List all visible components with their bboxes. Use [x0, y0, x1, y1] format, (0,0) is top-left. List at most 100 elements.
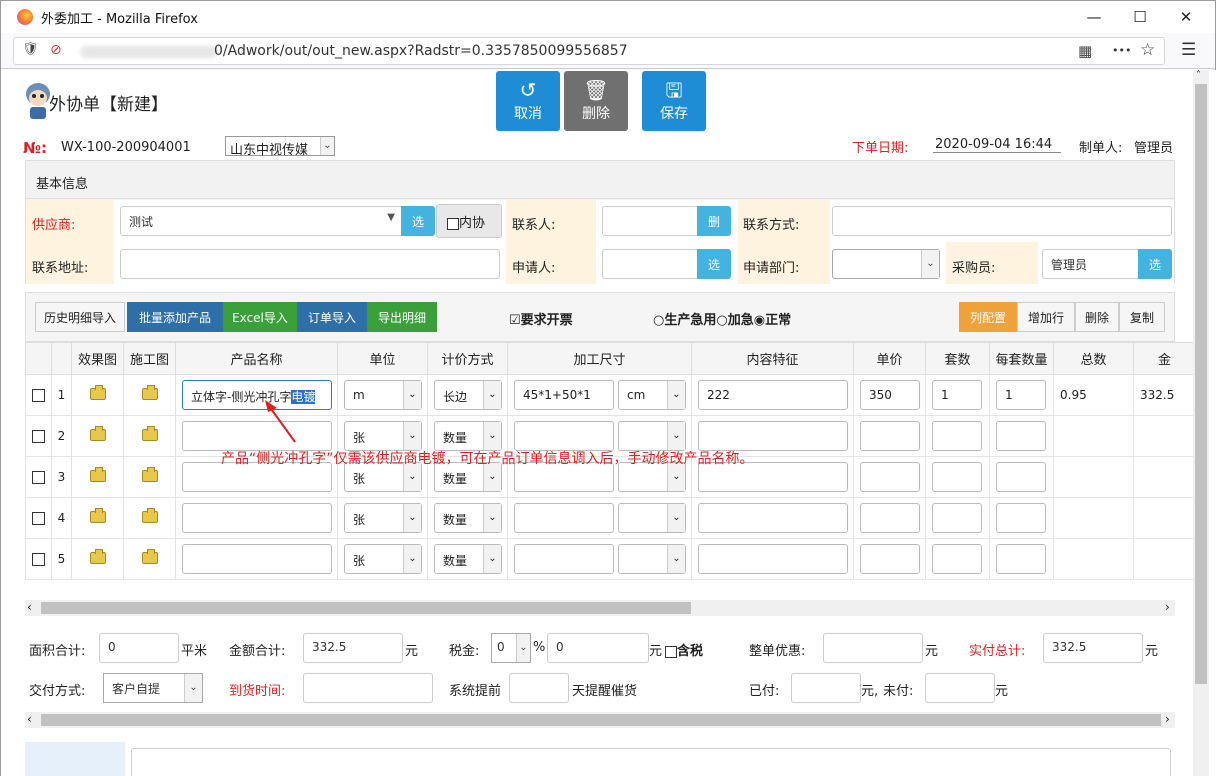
radio-unchecked-icon[interactable]: ○ — [716, 313, 727, 328]
scroll-up-icon[interactable]: ˄ — [1196, 70, 1201, 81]
urgency-radio-group[interactable]: ○生产急用○加急◉正常 — [653, 309, 791, 328]
applicant-input[interactable] — [602, 249, 698, 279]
unpaid-input[interactable] — [925, 673, 995, 703]
size-unit-select[interactable]: cm ⌄ — [618, 380, 686, 410]
content-textarea[interactable] — [698, 544, 848, 574]
order-date-value[interactable]: 2020-09-04 16:44 — [933, 137, 1061, 153]
tax-included-box[interactable] — [665, 645, 677, 658]
per-set-input[interactable] — [996, 462, 1046, 492]
maximize-button[interactable]: ☐ — [1117, 1, 1163, 33]
url-bar[interactable]: 🛡 ⊘ 0/Adwork/out/out_new.aspx?Radstr=0.3… — [13, 37, 1165, 65]
company-select[interactable]: 山东中视传媒 ⌄ — [225, 136, 335, 158]
invoice-checkbox[interactable]: ☑ — [509, 313, 521, 328]
applicant-choose-button[interactable]: 选 — [697, 249, 731, 279]
tax-rate-select[interactable]: 0 ⌄ — [491, 633, 531, 663]
unit-price-input[interactable]: 350 — [860, 380, 920, 410]
construction-image-upload-icon[interactable] — [141, 548, 158, 564]
scroll-left-icon[interactable]: ‹ — [27, 712, 32, 726]
price-mode-select[interactable]: 数量 ⌄ — [434, 503, 502, 533]
price-mode-select[interactable]: 数量 ⌄ — [434, 421, 502, 451]
scroll-right-icon[interactable]: › — [1165, 600, 1170, 614]
radio-checked-icon[interactable]: ◉ — [754, 313, 765, 328]
paid-input[interactable] — [791, 673, 861, 703]
product-name-input[interactable] — [182, 503, 332, 533]
construction-image-upload-icon[interactable] — [141, 466, 158, 482]
export-detail-button[interactable]: 导出明细 — [367, 302, 437, 332]
size-unit-select[interactable]: ⌄ — [618, 503, 686, 533]
construction-image-upload-icon[interactable] — [141, 507, 158, 523]
size-unit-select[interactable]: ⌄ — [618, 421, 686, 451]
tax-value-input[interactable]: 0 — [547, 633, 649, 663]
shield-icon[interactable]: 🛡 — [22, 42, 39, 57]
effect-image-upload-icon[interactable] — [89, 548, 106, 564]
size-input[interactable] — [514, 544, 614, 574]
trash-button[interactable]: 🗑 删除 — [564, 71, 628, 131]
menu-icon[interactable]: ☰ — [1181, 40, 1196, 60]
delivery-select[interactable]: 客户自提 ⌄ — [103, 673, 203, 703]
page-vertical-scrollbar[interactable]: ˄ — [1193, 70, 1209, 776]
copy-row-button[interactable]: 复制 — [1119, 302, 1165, 332]
actual-total-input[interactable]: 332.5 — [1043, 633, 1143, 663]
remind-days-input[interactable] — [509, 673, 569, 703]
size-input[interactable]: 45*1+50*1 — [514, 380, 614, 410]
unit-select[interactable]: 张 ⌄ — [344, 503, 422, 533]
address-input[interactable] — [120, 249, 500, 279]
batch-add-button[interactable]: 批量添加产品 — [127, 302, 223, 332]
construction-image-upload-icon[interactable] — [141, 425, 158, 441]
scroll-right-icon[interactable]: › — [1165, 712, 1170, 726]
effect-image-upload-icon[interactable] — [89, 425, 106, 441]
scroll-thumb[interactable] — [1195, 84, 1207, 684]
supplier-select[interactable]: 测试 ▼ — [120, 206, 402, 236]
effect-image-upload-icon[interactable] — [89, 466, 106, 482]
sets-input[interactable] — [932, 462, 982, 492]
dept-select[interactable]: ⌄ — [832, 249, 940, 279]
internal-toggle[interactable]: 内协 — [436, 204, 502, 238]
unit-price-input[interactable] — [860, 462, 920, 492]
row-checkbox[interactable] — [32, 389, 45, 402]
effect-image-upload-icon[interactable] — [89, 507, 106, 523]
discount-input[interactable] — [823, 633, 923, 663]
unit-price-input[interactable] — [860, 421, 920, 451]
sets-input[interactable]: 1 — [932, 380, 982, 410]
size-input[interactable] — [514, 503, 614, 533]
unit-price-input[interactable] — [860, 544, 920, 574]
add-row-button[interactable]: 增加行 — [1017, 302, 1075, 332]
sets-input[interactable] — [932, 503, 982, 533]
delete-row-button[interactable]: 删除 — [1075, 302, 1119, 332]
contact-way-input[interactable] — [832, 206, 1172, 236]
contact-delete-button[interactable]: 删 — [697, 206, 731, 236]
invoice-checkbox-group[interactable]: ☑要求开票 — [509, 309, 573, 328]
row-checkbox[interactable] — [32, 553, 45, 566]
size-input[interactable] — [514, 421, 614, 451]
page-actions-icon[interactable]: ••• — [1112, 44, 1131, 57]
size-unit-select[interactable]: ⌄ — [618, 544, 686, 574]
insecure-lock-icon[interactable]: ⊘ — [50, 42, 62, 58]
excel-import-button[interactable]: Excel导入 — [223, 302, 297, 332]
remark-input[interactable] — [131, 748, 1171, 776]
unit-select[interactable]: m ⌄ — [344, 380, 422, 410]
price-mode-select[interactable]: 长边 ⌄ — [434, 380, 502, 410]
history-import-button[interactable]: 历史明细导入 — [35, 302, 125, 332]
unit-select[interactable]: 张 ⌄ — [344, 544, 422, 574]
scroll-thumb[interactable] — [41, 602, 691, 614]
sets-input[interactable] — [932, 544, 982, 574]
order-import-button[interactable]: 订单导入 — [297, 302, 367, 332]
radio-unchecked-icon[interactable]: ○ — [653, 313, 664, 328]
content-textarea[interactable] — [698, 421, 848, 451]
construction-image-upload-icon[interactable] — [141, 384, 158, 400]
buyer-input[interactable]: 管理员 — [1042, 249, 1140, 279]
scroll-thumb[interactable] — [41, 714, 1161, 726]
qr-code-icon[interactable]: ▦ — [1078, 42, 1092, 60]
per-set-input[interactable] — [996, 503, 1046, 533]
contact-input[interactable] — [602, 206, 698, 236]
effect-image-upload-icon[interactable] — [89, 384, 106, 400]
row-checkbox[interactable] — [32, 471, 45, 484]
column-config-button[interactable]: 列配置 — [959, 302, 1017, 332]
table-horizontal-scrollbar[interactable]: ‹ › — [25, 600, 1175, 616]
close-button[interactable]: ✕ — [1163, 1, 1209, 33]
sets-input[interactable] — [932, 421, 982, 451]
url-text[interactable]: 0/Adwork/out/out_new.aspx?Radstr=0.33578… — [214, 43, 628, 59]
arrival-input[interactable] — [303, 673, 433, 703]
row-checkbox[interactable] — [32, 512, 45, 525]
tax-included-checkbox[interactable]: 含税 — [665, 640, 703, 659]
